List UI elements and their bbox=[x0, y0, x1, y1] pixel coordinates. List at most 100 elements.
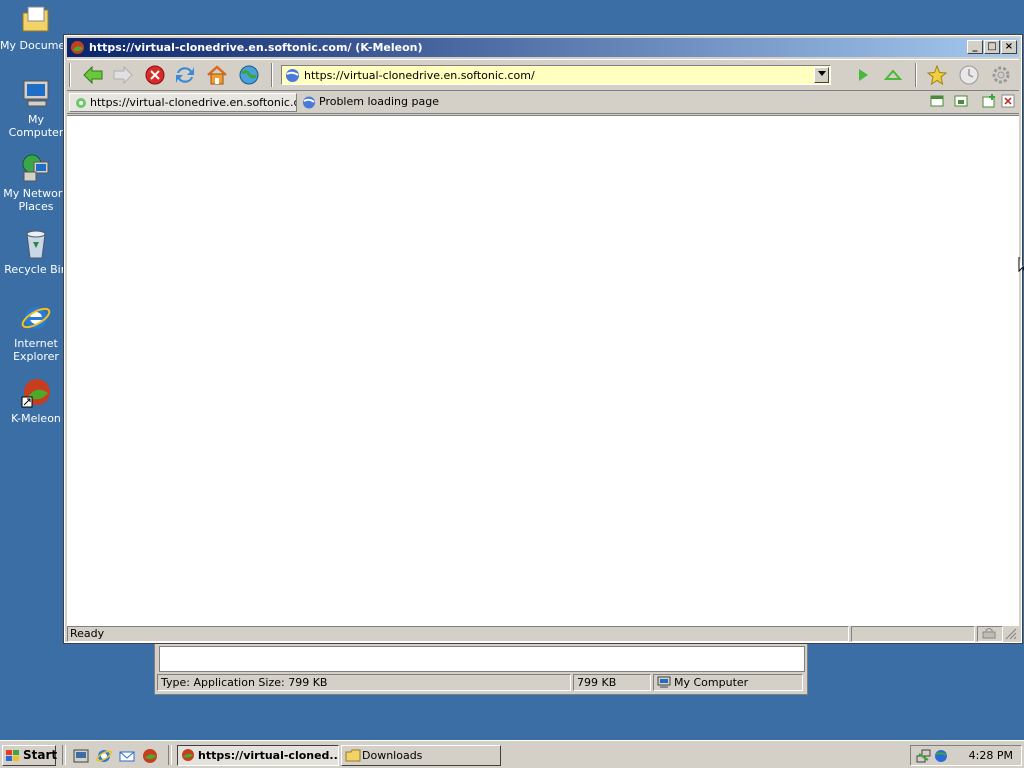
desktop-icon-label: Recycle Bin bbox=[4, 263, 68, 276]
internet-explorer-icon[interactable] bbox=[96, 748, 112, 767]
new-tab-icon bbox=[982, 94, 995, 108]
gear-icon bbox=[992, 66, 1010, 84]
home-button[interactable] bbox=[205, 64, 229, 86]
toolbar-separator bbox=[271, 63, 273, 87]
up-button[interactable] bbox=[881, 64, 905, 86]
loading-icon bbox=[74, 97, 88, 111]
recycle-bin-icon bbox=[20, 228, 52, 260]
resize-grip[interactable] bbox=[1005, 628, 1017, 640]
desktop-icon-k-meleon[interactable]: K-Meleon bbox=[0, 377, 72, 425]
status-security bbox=[977, 626, 1003, 642]
reload-icon bbox=[176, 67, 194, 83]
stop-icon bbox=[145, 65, 165, 85]
status-text: Ready bbox=[67, 626, 849, 642]
tab-list-button[interactable] bbox=[929, 94, 945, 108]
go-button[interactable] bbox=[851, 64, 875, 86]
taskbar-separator bbox=[62, 745, 66, 765]
desktop-icon-label: Internet Explorer bbox=[13, 337, 59, 363]
k-meleon-icon bbox=[20, 377, 52, 409]
system-tray: 4:28 PM bbox=[910, 745, 1022, 766]
desktop-icon-my-computer[interactable]: My Computer bbox=[0, 78, 72, 139]
minimize-button[interactable]: _ bbox=[967, 40, 983, 54]
chevron-down-icon bbox=[817, 71, 826, 76]
window-icon bbox=[954, 95, 968, 107]
folder-icon bbox=[20, 4, 52, 36]
settings-button[interactable] bbox=[989, 64, 1013, 86]
taskbar: Start https://virtual-cloned... Download… bbox=[0, 740, 1024, 768]
computer-icon bbox=[20, 78, 52, 110]
close-tab-button[interactable] bbox=[1001, 94, 1015, 108]
globe-icon bbox=[239, 65, 259, 85]
desktop-icon-my-documents[interactable]: My Documents bbox=[0, 4, 72, 52]
outlook-express-icon[interactable] bbox=[119, 748, 135, 767]
forward-arrow-icon bbox=[113, 65, 133, 85]
play-icon bbox=[859, 69, 868, 81]
maximize-button[interactable]: □ bbox=[984, 40, 1000, 54]
taskbar-separator bbox=[168, 745, 172, 765]
task-label: Downloads bbox=[362, 749, 423, 762]
network-tray-icon[interactable] bbox=[916, 748, 932, 767]
network-icon bbox=[20, 152, 52, 184]
url-text: https://virtual-clonedrive.en.softonic.c… bbox=[304, 69, 535, 82]
desktop-icon-label: K-Meleon bbox=[11, 412, 61, 425]
stop-button[interactable] bbox=[143, 64, 167, 86]
desktop-icon-recycle-bin[interactable]: Recycle Bin bbox=[0, 228, 72, 276]
browser-window: https://virtual-clonedrive.en.softonic.c… bbox=[63, 34, 1023, 644]
zone-label: My Computer bbox=[674, 676, 749, 689]
back-button[interactable] bbox=[81, 64, 105, 86]
downloads-window: Type: Application Size: 799 KB 799 KB My… bbox=[154, 640, 808, 695]
windows-logo-icon bbox=[6, 749, 20, 768]
folder-icon bbox=[345, 749, 361, 765]
start-button[interactable]: Start bbox=[2, 745, 58, 768]
page-content[interactable] bbox=[67, 115, 1019, 626]
forward-button[interactable] bbox=[111, 64, 135, 86]
new-tab-button[interactable] bbox=[981, 94, 997, 108]
window-icon bbox=[930, 95, 944, 107]
internet-explorer-icon bbox=[20, 302, 52, 334]
tab-label: Problem loading page bbox=[319, 95, 439, 108]
page-icon bbox=[302, 96, 316, 112]
status-bar: Ready bbox=[67, 626, 1019, 642]
desktop-icon-label: My Computer bbox=[8, 113, 64, 139]
tab-problem-loading[interactable]: Problem loading page bbox=[299, 93, 519, 112]
close-icon bbox=[1001, 94, 1015, 108]
navigation-toolbar: https://virtual-clonedrive.en.softonic.c… bbox=[67, 59, 1019, 91]
k-meleon-icon[interactable] bbox=[142, 748, 158, 767]
downloads-status-zone: My Computer bbox=[653, 674, 803, 691]
taskbar-task-browser[interactable]: https://virtual-cloned... bbox=[177, 745, 339, 766]
k-meleon-icon bbox=[181, 748, 195, 765]
tab-bar: https://virtual-clonedrive.en.softonic.c… bbox=[67, 91, 1019, 114]
go-site-button[interactable] bbox=[237, 64, 261, 86]
computer-icon bbox=[657, 676, 671, 694]
start-label: Start bbox=[23, 748, 58, 762]
back-arrow-icon bbox=[83, 65, 103, 85]
url-dropdown-button[interactable] bbox=[814, 67, 829, 83]
desktop-icon-label: My Documents bbox=[0, 39, 64, 52]
desktop-icon-label: My Network Places bbox=[3, 187, 69, 213]
history-button[interactable] bbox=[957, 64, 981, 86]
star-icon bbox=[926, 64, 948, 86]
globe-tray-icon[interactable] bbox=[933, 748, 949, 767]
url-field[interactable]: https://virtual-clonedrive.en.softonic.c… bbox=[281, 65, 831, 85]
toolbar-separator bbox=[915, 63, 917, 87]
mouse-cursor bbox=[1018, 256, 1024, 277]
task-label: https://virtual-cloned... bbox=[198, 749, 339, 762]
title-bar[interactable]: https://virtual-clonedrive.en.softonic.c… bbox=[67, 38, 1019, 57]
tab-window-button[interactable] bbox=[953, 94, 969, 108]
clock[interactable]: 4:28 PM bbox=[969, 749, 1013, 762]
reload-button[interactable] bbox=[173, 64, 197, 86]
taskbar-task-downloads[interactable]: Downloads bbox=[341, 745, 501, 766]
lock-icon bbox=[982, 628, 996, 639]
close-button[interactable]: × bbox=[1001, 40, 1017, 54]
clock-icon bbox=[959, 65, 979, 85]
downloads-status-size: 799 KB bbox=[573, 674, 651, 691]
tab-active[interactable]: https://virtual-clonedrive.en.softonic.c… bbox=[69, 93, 297, 112]
tab-label: https://virtual-clonedrive.en.softonic.c… bbox=[90, 96, 297, 109]
show-desktop-icon[interactable] bbox=[73, 748, 89, 767]
window-title: https://virtual-clonedrive.en.softonic.c… bbox=[89, 41, 423, 54]
k-meleon-icon bbox=[70, 40, 85, 61]
desktop-icon-my-network-places[interactable]: My Network Places bbox=[0, 152, 72, 213]
bookmarks-button[interactable] bbox=[925, 64, 949, 86]
up-arrow-icon bbox=[883, 69, 903, 80]
desktop-icon-internet-explorer[interactable]: Internet Explorer bbox=[0, 302, 72, 363]
